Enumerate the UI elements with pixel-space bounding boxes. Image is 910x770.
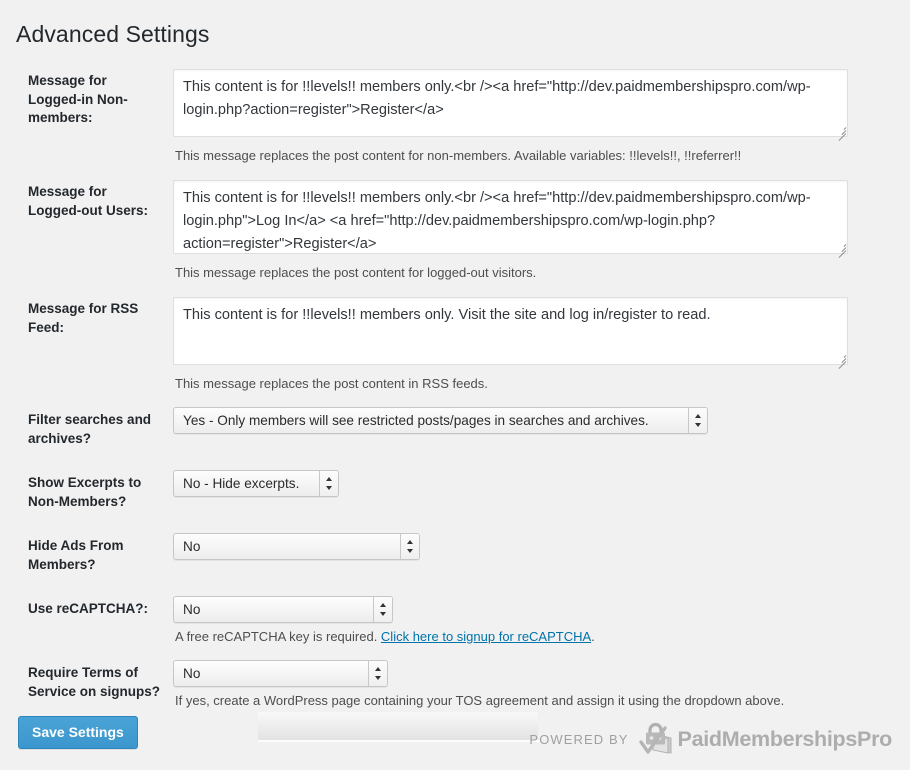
recaptcha-signup-link[interactable]: Click here to signup for reCAPTCHA [381, 629, 591, 644]
select-value-use-recaptcha: No [174, 597, 392, 622]
field-row-show-excerpts-non-members: Show Excerpts to Non-Members? No - Hide … [0, 461, 910, 524]
chevron-updown-icon[interactable] [400, 534, 419, 559]
padlock-book-check-icon [638, 722, 674, 756]
chevron-updown-icon[interactable] [688, 408, 707, 433]
select-hide-ads-from-members[interactable]: No [173, 533, 420, 560]
textarea-wrap-message-logged-out-users: This content is for !!levels!! members o… [173, 180, 848, 254]
select-require-tos-on-signups[interactable]: No [173, 660, 388, 687]
save-settings-button[interactable]: Save Settings [18, 716, 138, 749]
field-row-require-tos-on-signups: Require Terms of Service on signups? No … [0, 651, 910, 715]
field-row-filter-searches-archives: Filter searches and archives? Yes - Only… [0, 398, 910, 461]
textarea-wrap-message-logged-in-non-members: This content is for !!levels!! members o… [173, 69, 848, 137]
chevron-updown-icon[interactable] [319, 471, 338, 496]
chevron-updown-icon[interactable] [368, 661, 387, 686]
textarea-message-logged-out-users[interactable]: This content is for !!levels!! members o… [173, 180, 848, 254]
field-row-message-logged-out-users: Message for Logged-out Users: This conte… [0, 170, 910, 287]
select-filter-searches-archives[interactable]: Yes - Only members will see restricted p… [173, 407, 708, 434]
select-value-show-excerpts-non-members: No - Hide excerpts. [174, 471, 338, 496]
textarea-message-logged-in-non-members[interactable]: This content is for !!levels!! members o… [173, 69, 848, 137]
field-row-hide-ads-from-members: Hide Ads From Members? No [0, 524, 910, 587]
select-value-filter-searches-archives: Yes - Only members will see restricted p… [174, 408, 707, 433]
description-tail: . [591, 629, 595, 644]
select-show-excerpts-non-members[interactable]: No - Hide excerpts. [173, 470, 339, 497]
select-use-recaptcha[interactable]: No [173, 596, 393, 623]
description-message-logged-out-users: This message replaces the post content f… [175, 264, 900, 282]
select-value-require-tos-on-signups: No [174, 661, 387, 686]
description-message-logged-in-non-members: This message replaces the post content f… [175, 147, 900, 165]
chevron-updown-icon[interactable] [373, 597, 392, 622]
paidmembershipspro-logo: PaidMembershipsPro [638, 722, 892, 756]
select-value-hide-ads-from-members: No [174, 534, 419, 559]
footer-bar: Save Settings POWERED BY PaidMemberships… [0, 708, 910, 770]
decorative-faded-bar [258, 712, 538, 740]
label-show-excerpts-non-members: Show Excerpts to Non-Members? [0, 461, 173, 524]
field-row-message-rss-feed: Message for RSS Feed: This content is fo… [0, 287, 910, 398]
label-message-logged-out-users: Message for Logged-out Users: [0, 170, 173, 287]
label-use-recaptcha: Use reCAPTCHA?: [0, 587, 173, 651]
label-hide-ads-from-members: Hide Ads From Members? [0, 524, 173, 587]
label-message-rss-feed: Message for RSS Feed: [0, 287, 173, 398]
label-require-tos-on-signups: Require Terms of Service on signups? [0, 651, 173, 715]
description-use-recaptcha: A free reCAPTCHA key is required. Click … [175, 628, 900, 646]
advanced-settings-form: Message for Logged-in Non-members: This … [0, 59, 910, 715]
label-message-logged-in-non-members: Message for Logged-in Non-members: [0, 59, 173, 170]
field-row-message-logged-in-non-members: Message for Logged-in Non-members: This … [0, 59, 910, 170]
powered-by-label: POWERED BY [529, 732, 628, 747]
description-message-rss-feed: This message replaces the post content i… [175, 375, 900, 393]
textarea-message-rss-feed[interactable]: This content is for !!levels!! members o… [173, 297, 848, 365]
description-text: A free reCAPTCHA key is required. [175, 629, 381, 644]
textarea-wrap-message-rss-feed: This content is for !!levels!! members o… [173, 297, 848, 365]
powered-by-block: POWERED BY PaidMembershipsPro [529, 722, 892, 756]
page-title: Advanced Settings [0, 0, 910, 49]
field-row-use-recaptcha: Use reCAPTCHA?: No A free reCAPTCHA key … [0, 587, 910, 651]
brand-wordmark: PaidMembershipsPro [678, 727, 892, 751]
label-filter-searches-archives: Filter searches and archives? [0, 398, 173, 461]
